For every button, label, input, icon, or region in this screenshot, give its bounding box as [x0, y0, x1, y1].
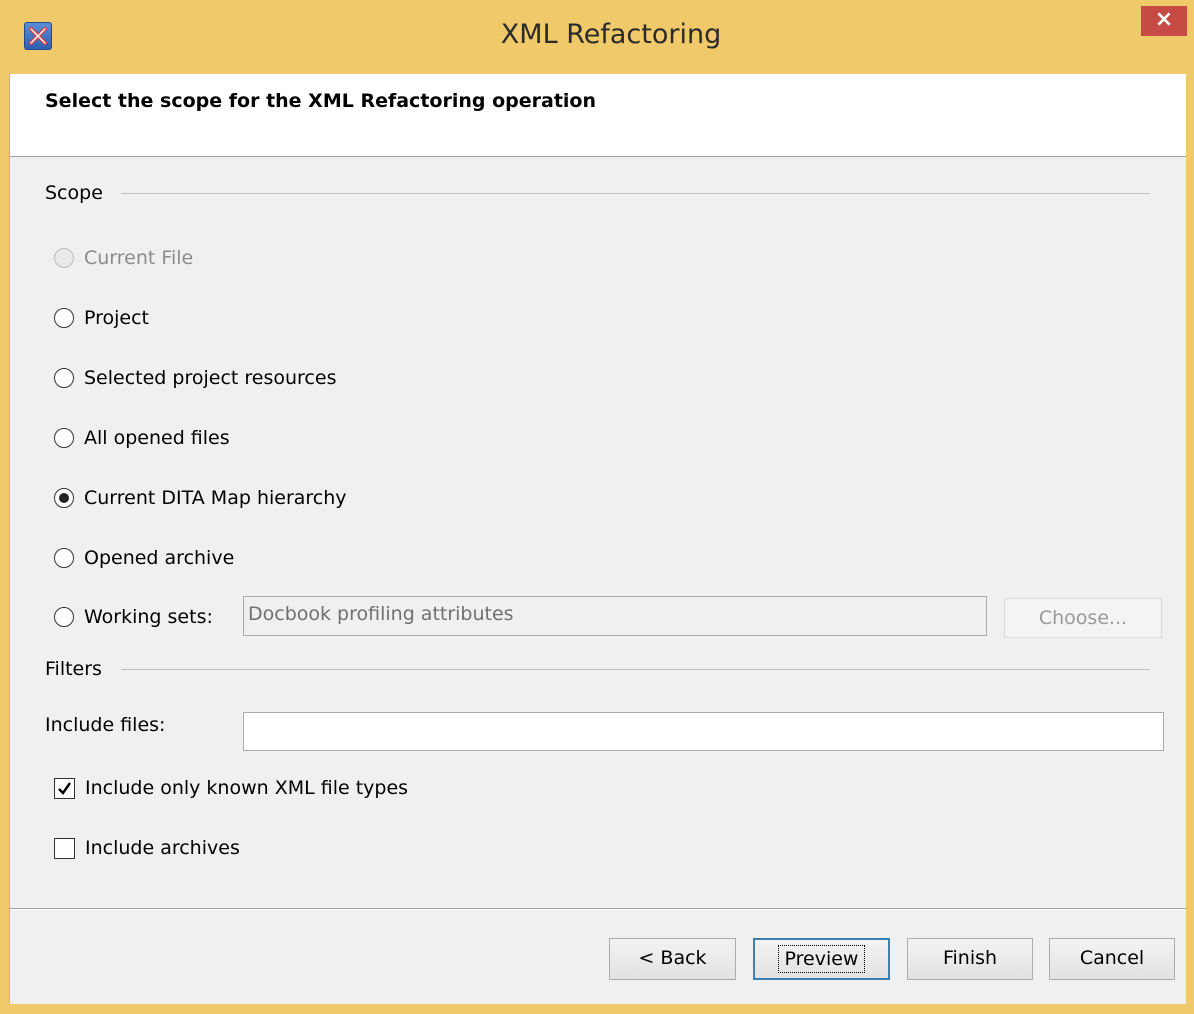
filters-section-label: Filters [45, 658, 102, 680]
preview-button[interactable]: Preview [753, 938, 890, 980]
back-button[interactable]: < Back [609, 938, 736, 980]
include-files-input[interactable] [243, 712, 1164, 751]
radio-label: Current File [84, 247, 194, 269]
close-icon: × [1154, 7, 1174, 32]
page-title: Select the scope for the XML Refactoring… [45, 90, 596, 112]
radio-label[interactable]: Working sets: [84, 606, 213, 628]
checkmark-icon [58, 781, 71, 795]
radio-button[interactable] [54, 548, 74, 568]
title-bar[interactable]: XML Refactoring × [0, 0, 1194, 76]
radio-working-sets[interactable]: Working sets: [54, 602, 213, 632]
radio-current-dita-map-hierarchy[interactable]: Current DITA Map hierarchy [54, 483, 347, 513]
footer-separator-highlight [10, 909, 1186, 910]
radio-label[interactable]: Selected project resources [84, 367, 336, 389]
checkbox-include-archives[interactable]: Include archives [54, 833, 240, 863]
wizard-header: Select the scope for the XML Refactoring… [10, 74, 1186, 157]
checkbox-known-xml-types[interactable]: Include only known XML file types [54, 773, 408, 803]
checkbox-unchecked[interactable] [54, 837, 75, 859]
radio-button[interactable] [54, 428, 74, 448]
window-title: XML Refactoring [500, 19, 722, 50]
scope-section-label: Scope [45, 182, 103, 204]
choose-button[interactable]: Choose... [1004, 598, 1162, 638]
dialog-content: Select the scope for the XML Refactoring… [9, 74, 1186, 1004]
radio-label[interactable]: Opened archive [84, 547, 234, 569]
radio-button [54, 248, 74, 268]
radio-label[interactable]: All opened files [84, 427, 230, 449]
radio-current-file: Current File [54, 243, 193, 273]
dialog-window: XML Refactoring × Select the scope for t… [0, 0, 1194, 1014]
checkbox-checked[interactable] [54, 777, 75, 799]
cancel-button[interactable]: Cancel [1049, 938, 1175, 980]
checkbox-label[interactable]: Include only known XML file types [85, 777, 408, 799]
close-button[interactable]: × [1141, 6, 1187, 36]
filters-separator [121, 669, 1150, 670]
scope-separator [121, 193, 1150, 194]
radio-all-opened-files[interactable]: All opened files [54, 423, 230, 453]
radio-selected-project-resources[interactable]: Selected project resources [54, 363, 336, 393]
checkbox-label[interactable]: Include archives [85, 837, 240, 859]
include-files-label: Include files: [45, 714, 166, 736]
radio-button[interactable] [54, 308, 74, 328]
radio-opened-archive[interactable]: Opened archive [54, 543, 234, 573]
radio-button[interactable] [54, 607, 74, 627]
radio-button-selected[interactable] [54, 488, 74, 508]
preview-button-label: Preview [777, 945, 866, 973]
radio-label[interactable]: Current DITA Map hierarchy [84, 487, 347, 509]
radio-label[interactable]: Project [84, 307, 149, 329]
finish-button[interactable]: Finish [907, 938, 1033, 980]
radio-button[interactable] [54, 368, 74, 388]
working-sets-field[interactable]: Docbook profiling attributes [243, 596, 987, 636]
radio-project[interactable]: Project [54, 303, 149, 333]
